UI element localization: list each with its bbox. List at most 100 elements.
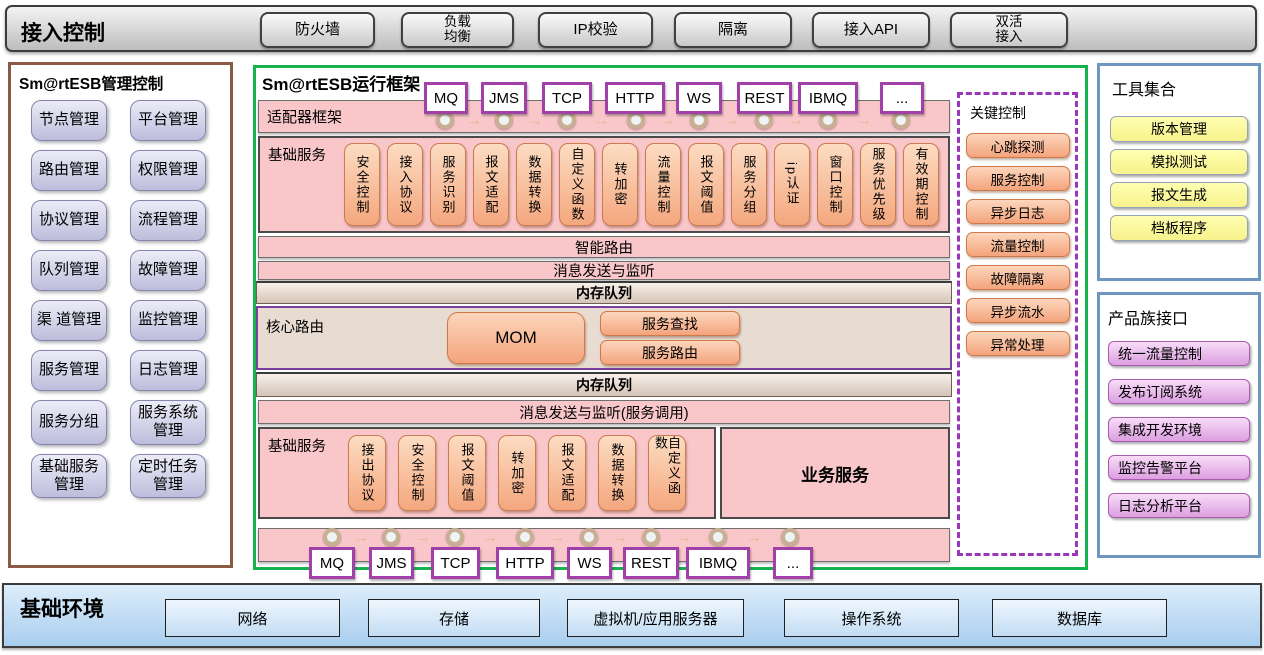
- encrypt-vbtn[interactable]: 转加密: [498, 435, 536, 511]
- message-adapt-vbtn[interactable]: 报文适配: [473, 143, 509, 226]
- queue-mgmt-button[interactable]: 队列管理: [31, 250, 107, 291]
- security-control-vbtn[interactable]: 安全控制: [398, 435, 436, 511]
- dual-active-button[interactable]: 双活 接入: [950, 12, 1068, 48]
- mom-box[interactable]: MOM: [447, 312, 585, 364]
- connector-circle-icon: [323, 528, 341, 546]
- base-service-mgmt-button[interactable]: 基础服务管理: [31, 454, 107, 499]
- flow-arrow-icon: →: [527, 113, 543, 129]
- protocol-top-more[interactable]: ...: [880, 82, 924, 114]
- protocol-bottom-jms[interactable]: JMS: [369, 547, 414, 579]
- firewall-button[interactable]: 防火墙: [260, 12, 375, 48]
- base-services-top-buttons: 安全控制 接入协议 服务识别 报文适配 数据转换 自定义函数 转加密 流量控制 …: [344, 143, 939, 226]
- base-environment-title: 基础环境: [20, 593, 104, 623]
- memory-queue-bar-2: 内存队列: [256, 372, 952, 397]
- protocol-top-http[interactable]: HTTP: [605, 82, 665, 114]
- flow-arrow-icon: →: [723, 113, 739, 129]
- monitor-alert-platform-button[interactable]: 监控告警平台: [1108, 455, 1250, 480]
- service-priority-vbtn[interactable]: 服务优先级: [860, 143, 896, 226]
- protocol-bottom-rest[interactable]: REST: [623, 547, 679, 579]
- isolation-button[interactable]: 隔离: [674, 12, 792, 48]
- monitor-mgmt-button[interactable]: 监控管理: [130, 300, 206, 341]
- stub-program-button[interactable]: 档板程序: [1110, 215, 1248, 241]
- simulate-test-button[interactable]: 模拟测试: [1110, 149, 1248, 175]
- custom-function-vbtn[interactable]: 自定义函数: [648, 435, 686, 511]
- log-mgmt-button[interactable]: 日志管理: [130, 350, 206, 391]
- node-mgmt-button[interactable]: 节点管理: [31, 100, 107, 141]
- route-mgmt-button[interactable]: 路由管理: [31, 150, 107, 191]
- database-box[interactable]: 数据库: [992, 599, 1167, 637]
- exception-handle-button[interactable]: 异常处理: [966, 331, 1070, 356]
- flow-control-vbtn[interactable]: 流量控制: [645, 143, 681, 226]
- protocol-bottom-ws[interactable]: WS: [567, 547, 612, 579]
- out-protocol-vbtn[interactable]: 接出协议: [348, 435, 386, 511]
- service-mgmt-button[interactable]: 服务管理: [31, 350, 107, 391]
- base-services-bottom-label: 基础服务: [268, 435, 326, 456]
- async-flow-button[interactable]: 异步流水: [966, 298, 1070, 323]
- msg-send-listen-bar: 消息发送与监听: [258, 261, 950, 280]
- protocol-top-tcp[interactable]: TCP: [542, 82, 592, 114]
- flow-arrow-icon: →: [676, 530, 692, 546]
- message-generate-button[interactable]: 报文生成: [1110, 182, 1248, 208]
- network-box[interactable]: 网络: [165, 599, 340, 637]
- unified-flow-control-button[interactable]: 统一流量控制: [1108, 341, 1250, 366]
- log-analysis-platform-button[interactable]: 日志分析平台: [1108, 493, 1250, 518]
- protocol-top-ws[interactable]: WS: [676, 82, 722, 114]
- service-identify-vbtn[interactable]: 服务识别: [430, 143, 466, 226]
- security-control-vbtn[interactable]: 安全控制: [344, 143, 380, 226]
- base-services-top-row: 基础服务 安全控制 接入协议 服务识别 报文适配 数据转换 自定义函数 转加密 …: [258, 136, 950, 233]
- custom-function-vbtn[interactable]: 自定义函数: [559, 143, 595, 226]
- ip-check-button[interactable]: IP校验: [538, 12, 653, 48]
- tools-title: 工具集合: [1112, 76, 1258, 100]
- fault-mgmt-button[interactable]: 故障管理: [130, 250, 206, 291]
- protocol-bottom-mq[interactable]: MQ: [309, 547, 355, 579]
- data-transform-vbtn[interactable]: 数据转换: [516, 143, 552, 226]
- protocol-bottom-more[interactable]: ...: [773, 547, 813, 579]
- service-control-button[interactable]: 服务控制: [966, 166, 1070, 191]
- pub-sub-system-button[interactable]: 发布订阅系统: [1108, 379, 1250, 404]
- message-adapt-vbtn[interactable]: 报文适配: [548, 435, 586, 511]
- data-transform-vbtn[interactable]: 数据转换: [598, 435, 636, 511]
- protocol-top-ibmq[interactable]: IBMQ: [798, 82, 858, 114]
- timer-task-mgmt-button[interactable]: 定时任务管理: [130, 454, 206, 499]
- protocol-top-rest[interactable]: REST: [737, 82, 792, 114]
- vm-app-server-box[interactable]: 虚拟机/应用服务器: [567, 599, 744, 637]
- service-group-vbtn[interactable]: 服务分组: [731, 143, 767, 226]
- connector-circle-icon: [642, 528, 660, 546]
- window-control-vbtn[interactable]: 窗口控制: [817, 143, 853, 226]
- service-system-mgmt-button[interactable]: 服务系统管理: [130, 400, 206, 445]
- memory-queue-bar-1: 内存队列: [256, 281, 952, 304]
- protocol-bottom-tcp[interactable]: TCP: [431, 547, 480, 579]
- process-mgmt-button[interactable]: 流程管理: [130, 200, 206, 241]
- access-api-button[interactable]: 接入API: [812, 12, 930, 48]
- service-group-button[interactable]: 服务分组: [31, 400, 107, 445]
- protocol-bottom-ibmq[interactable]: IBMQ: [686, 547, 750, 579]
- service-route-button[interactable]: 服务路由: [600, 340, 740, 365]
- protocol-top-jms[interactable]: JMS: [481, 82, 527, 114]
- ip-auth-vbtn[interactable]: ip认证: [774, 143, 810, 226]
- protocol-top-mq[interactable]: MQ: [424, 82, 468, 114]
- platform-mgmt-button[interactable]: 平台管理: [130, 100, 206, 141]
- heartbeat-detect-button[interactable]: 心跳探测: [966, 133, 1070, 158]
- flow-arrow-icon: →: [856, 113, 872, 129]
- access-protocol-vbtn[interactable]: 接入协议: [387, 143, 423, 226]
- fault-isolation-button[interactable]: 故障隔离: [966, 265, 1070, 290]
- channel-mgmt-button[interactable]: 渠 道管理: [31, 300, 107, 341]
- protocol-mgmt-button[interactable]: 协议管理: [31, 200, 107, 241]
- async-log-button[interactable]: 异步日志: [966, 199, 1070, 224]
- product-family-title: 产品族接口: [1108, 305, 1258, 329]
- os-box[interactable]: 操作系统: [784, 599, 959, 637]
- flow-control-button[interactable]: 流量控制: [966, 232, 1070, 257]
- validity-control-vbtn[interactable]: 有效期控制: [903, 143, 939, 226]
- protocol-bottom-http[interactable]: HTTP: [496, 547, 554, 579]
- permission-mgmt-button[interactable]: 权限管理: [130, 150, 206, 191]
- version-mgmt-button[interactable]: 版本管理: [1110, 116, 1248, 142]
- connector-circle-icon: [446, 528, 464, 546]
- flow-arrow-icon: →: [549, 530, 565, 546]
- integrated-dev-env-button[interactable]: 集成开发环境: [1108, 417, 1250, 442]
- message-threshold-vbtn[interactable]: 报文阈值: [688, 143, 724, 226]
- load-balance-button[interactable]: 负载 均衡: [401, 12, 514, 48]
- storage-box[interactable]: 存储: [368, 599, 540, 637]
- service-lookup-button[interactable]: 服务查找: [600, 311, 740, 336]
- message-threshold-vbtn[interactable]: 报文阈值: [448, 435, 486, 511]
- encrypt-vbtn[interactable]: 转加密: [602, 143, 638, 226]
